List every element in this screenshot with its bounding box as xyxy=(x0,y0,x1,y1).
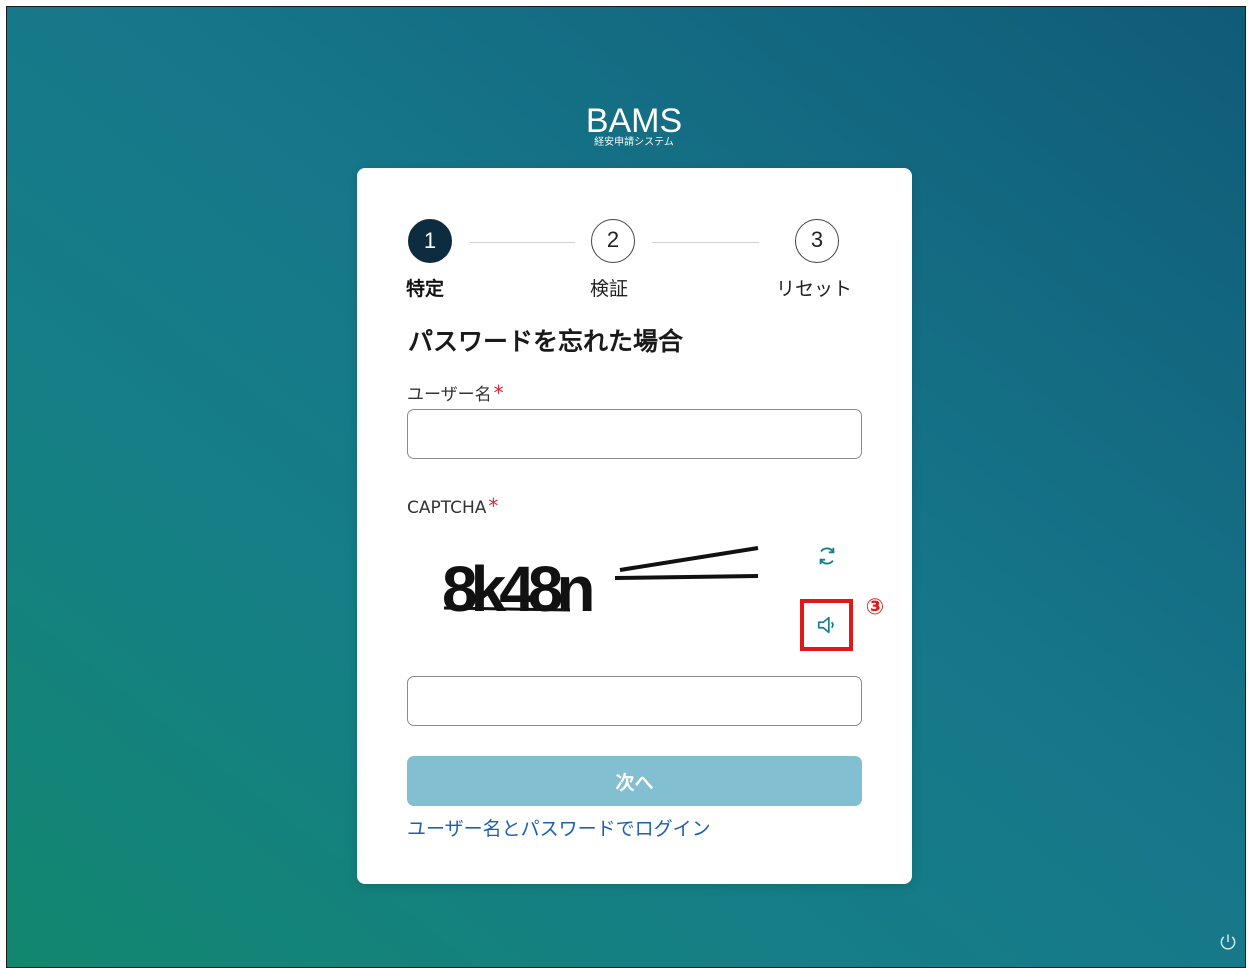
step-2-circle: 2 xyxy=(591,219,635,263)
captcha-label: CAPTCHA * xyxy=(407,494,498,518)
power-icon[interactable] xyxy=(1218,932,1238,952)
brand-name: BAMS xyxy=(585,102,683,140)
step-2-label: 検証 xyxy=(590,278,629,300)
annotation-marker: ③ xyxy=(862,595,888,621)
step-3-label: リセット xyxy=(776,278,853,300)
required-asterisk: * xyxy=(488,494,499,518)
refresh-icon[interactable] xyxy=(816,545,838,567)
login-with-password-link[interactable]: ユーザー名とパスワードでログイン xyxy=(407,814,711,841)
captcha-image: 8k48n xyxy=(442,546,759,618)
step-connector-2 xyxy=(652,242,759,243)
brand-logo: BAMS 経安申請システム xyxy=(578,103,690,149)
next-button[interactable]: 次へ xyxy=(407,756,862,806)
username-label: ユーザー名 * xyxy=(407,380,504,405)
step-3-circle: 3 xyxy=(795,219,839,263)
username-input[interactable] xyxy=(407,409,862,459)
captcha-label-text: CAPTCHA xyxy=(407,498,487,518)
speaker-icon[interactable] xyxy=(816,614,838,636)
brand-subtitle: 経安申請システム xyxy=(594,137,674,148)
step-1-circle: 1 xyxy=(408,219,452,263)
username-label-text: ユーザー名 xyxy=(407,385,492,405)
captcha-input[interactable] xyxy=(407,676,862,726)
step-1-label: 特定 xyxy=(406,278,445,300)
page-title: パスワードを忘れた場合 xyxy=(408,327,684,356)
required-asterisk: * xyxy=(493,381,504,405)
step-connector-1 xyxy=(470,242,575,243)
